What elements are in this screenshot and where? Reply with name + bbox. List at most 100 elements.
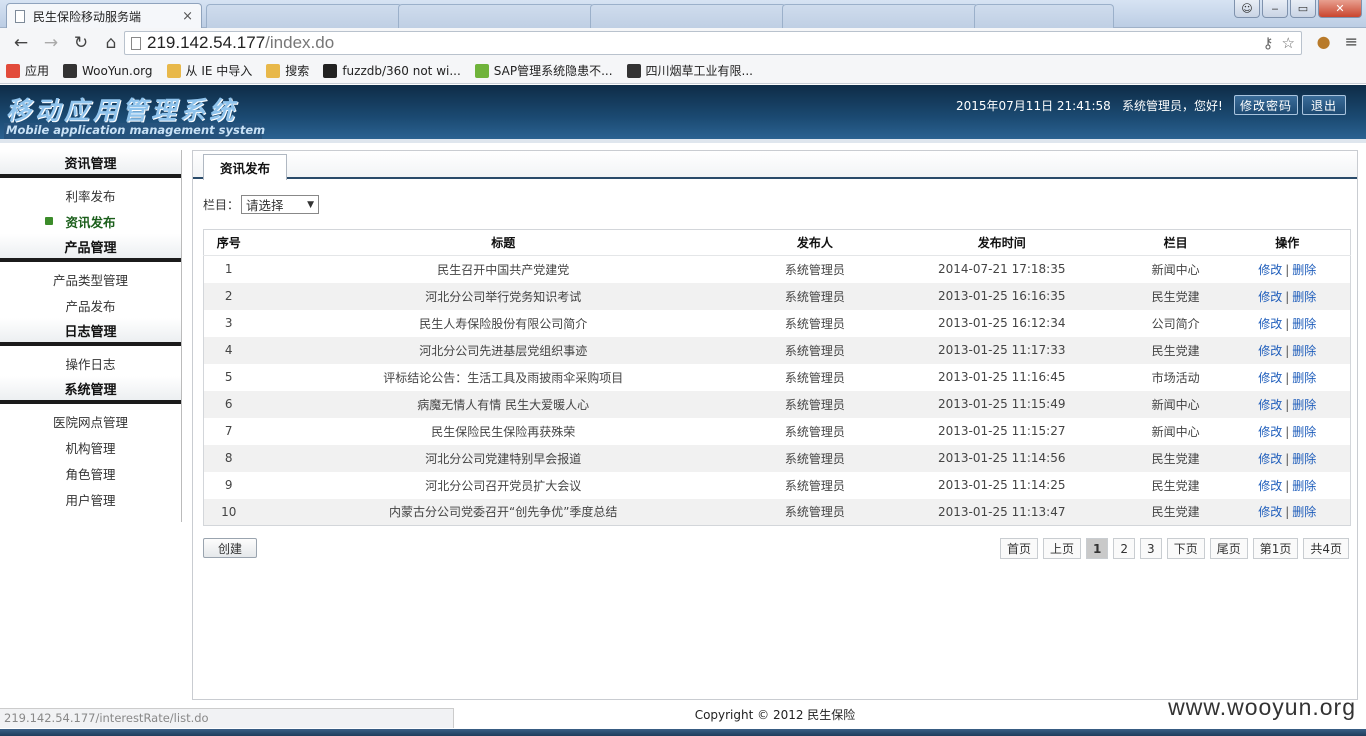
sidebar-group-header[interactable]: 资讯管理 (0, 150, 181, 178)
bookmark-icon (266, 63, 281, 78)
sidebar-item[interactable]: 用户管理 (0, 486, 181, 512)
sidebar-item[interactable]: 角色管理 (0, 460, 181, 486)
maximize-button[interactable]: ▭ (1290, 0, 1316, 18)
sidebar-group-header[interactable]: 日志管理 (0, 318, 181, 346)
menu-icon[interactable]: ≡ (1345, 32, 1358, 51)
bookmark-item[interactable]: SAP管理系统隐患不... (474, 62, 613, 79)
reload-icon[interactable]: ↻ (68, 31, 94, 55)
browser-tab[interactable] (398, 4, 594, 28)
table-cell: 系统管理员 (752, 336, 877, 364)
main-tabs: 资讯发布 (193, 151, 1357, 180)
sidebar-item[interactable]: 操作日志 (0, 350, 181, 376)
change-password-button[interactable]: 修改密码 (1234, 95, 1298, 115)
table-cell: 2013-01-25 11:14:56 (876, 444, 1127, 472)
forward-icon[interactable]: → (38, 31, 64, 55)
delete-link[interactable]: 删除 (1292, 398, 1316, 412)
sidebar-item[interactable]: 利率发布 (0, 182, 181, 208)
sidebar-item[interactable]: 产品类型管理 (0, 266, 181, 292)
star-icon[interactable]: ☆ (1282, 34, 1295, 52)
sidebar-group-header[interactable]: 系统管理 (0, 376, 181, 404)
pagination-button[interactable]: 3 (1140, 538, 1162, 559)
bookmark-item[interactable]: 四川烟草工业有限... (626, 62, 753, 79)
browser-titlebar: 民生保险移动服务端 × ☺ ‒ ▭ ✕ (0, 0, 1366, 28)
sidebar-item-label: 医院网点管理 (52, 414, 128, 430)
edit-link[interactable]: 修改 (1258, 344, 1282, 358)
minimize-button[interactable]: ‒ (1262, 0, 1288, 18)
bookmark-item[interactable]: 搜索 (266, 62, 309, 79)
action-separator: | (1285, 451, 1290, 466)
bookmark-item[interactable]: 从 IE 中导入 (166, 62, 252, 79)
delete-link[interactable]: 删除 (1292, 290, 1316, 304)
edit-link[interactable]: 修改 (1258, 425, 1282, 439)
table-cell: 7 (224, 424, 233, 438)
edit-link[interactable]: 修改 (1258, 479, 1282, 493)
action-separator: | (1285, 478, 1290, 493)
pagination-button[interactable]: 尾页 (1209, 538, 1248, 559)
category-select[interactable]: 请选择 ▼ (241, 195, 320, 214)
browser-tab[interactable] (206, 4, 402, 28)
table-cell: 系统管理员 (784, 262, 845, 277)
edit-link[interactable]: 修改 (1258, 371, 1282, 385)
sidebar-item[interactable]: 产品发布 (0, 292, 181, 318)
sidebar-item[interactable]: 资讯发布 (0, 208, 181, 234)
table-cell: 2013-01-25 16:12:34 (938, 316, 1066, 330)
table-row: 4 河北分公司先进基层党组织事迹 系统管理员 2013-01-25 11:17:33 民… (203, 336, 1351, 364)
pagination-button[interactable]: 1 (1086, 538, 1109, 559)
os-taskbar (0, 729, 1366, 736)
browser-tab[interactable] (974, 4, 1114, 28)
pagination-button[interactable]: 上页 (1043, 538, 1082, 559)
delete-link[interactable]: 删除 (1292, 371, 1316, 385)
edit-link[interactable]: 修改 (1258, 263, 1282, 277)
extension-cookie-icon[interactable]: ● (1317, 32, 1331, 51)
browser-tab[interactable] (782, 4, 978, 28)
sidebar-item-label: 机构管理 (65, 440, 116, 456)
delete-link[interactable]: 删除 (1292, 425, 1316, 439)
sidebar-item-label: 利率发布 (65, 188, 116, 204)
pagination-button[interactable]: 第1页 (1252, 538, 1299, 559)
table-row: 1 民生召开中国共产党建党 系统管理员 2014-07-21 17:18:35 新闻中心… (204, 256, 1351, 283)
table-cell: 2013-01-25 11:14:25 (938, 478, 1066, 492)
back-icon[interactable]: ← (8, 31, 34, 55)
sidebar-item[interactable]: 医院网点管理 (0, 408, 181, 434)
bookmark-item[interactable]: WooYun.org (63, 63, 153, 78)
delete-link[interactable]: 删除 (1292, 317, 1316, 331)
delete-link[interactable]: 删除 (1292, 479, 1316, 493)
delete-link[interactable]: 删除 (1292, 452, 1316, 466)
tab-news-publish[interactable]: 资讯发布 (203, 154, 287, 180)
edit-link[interactable]: 修改 (1258, 452, 1282, 466)
pagination-button[interactable]: 下页 (1166, 538, 1205, 559)
action-separator: | (1285, 343, 1290, 358)
key-icon[interactable]: ⚷ (1263, 34, 1274, 52)
edit-link[interactable]: 修改 (1258, 505, 1282, 519)
pagination-button[interactable]: 首页 (1000, 538, 1039, 559)
row-actions: 修改 | 删除 (1225, 472, 1351, 499)
address-bar[interactable]: 219.142.54.177/index.do ⚷ ☆ (124, 31, 1302, 55)
delete-link[interactable]: 删除 (1292, 263, 1316, 277)
edit-link[interactable]: 修改 (1258, 398, 1282, 412)
pagination-button[interactable]: 2 (1113, 538, 1136, 559)
tab-close-icon[interactable]: × (182, 9, 193, 24)
edit-link[interactable]: 修改 (1258, 290, 1282, 304)
pagination-button[interactable]: 共4页 (1303, 538, 1349, 559)
logout-button[interactable]: 退出 (1302, 95, 1346, 115)
table-cell: 2013-01-25 11:16:45 (938, 370, 1066, 384)
browser-tab-active[interactable]: 民生保险移动服务端 × (6, 3, 202, 28)
delete-link[interactable]: 删除 (1292, 344, 1316, 358)
watermark: www.wooyun.org (1168, 694, 1356, 720)
sidebar-item[interactable]: 机构管理 (0, 434, 181, 460)
table-cell: 2013-01-25 11:15:49 (876, 390, 1127, 418)
table-cell: 河北分公司党建特别早会报道 (253, 444, 753, 472)
table-cell: 系统管理员 (784, 370, 845, 385)
bookmark-label: 四川烟草工业有限... (645, 64, 753, 78)
table-cell: 河北分公司先进基层党组织事迹 (253, 336, 753, 364)
close-window-button[interactable]: ✕ (1318, 0, 1362, 18)
home-icon[interactable]: ⌂ (98, 31, 124, 55)
browser-tab[interactable] (590, 4, 786, 28)
create-button[interactable]: 创建 (203, 538, 257, 558)
user-icon[interactable]: ☺ (1234, 0, 1260, 18)
edit-link[interactable]: 修改 (1258, 317, 1282, 331)
sidebar-group-header[interactable]: 产品管理 (0, 234, 181, 262)
bookmark-item[interactable]: 应用 (6, 62, 49, 79)
bookmark-item[interactable]: fuzzdb/360 not wi... (323, 63, 461, 78)
delete-link[interactable]: 删除 (1292, 505, 1316, 519)
